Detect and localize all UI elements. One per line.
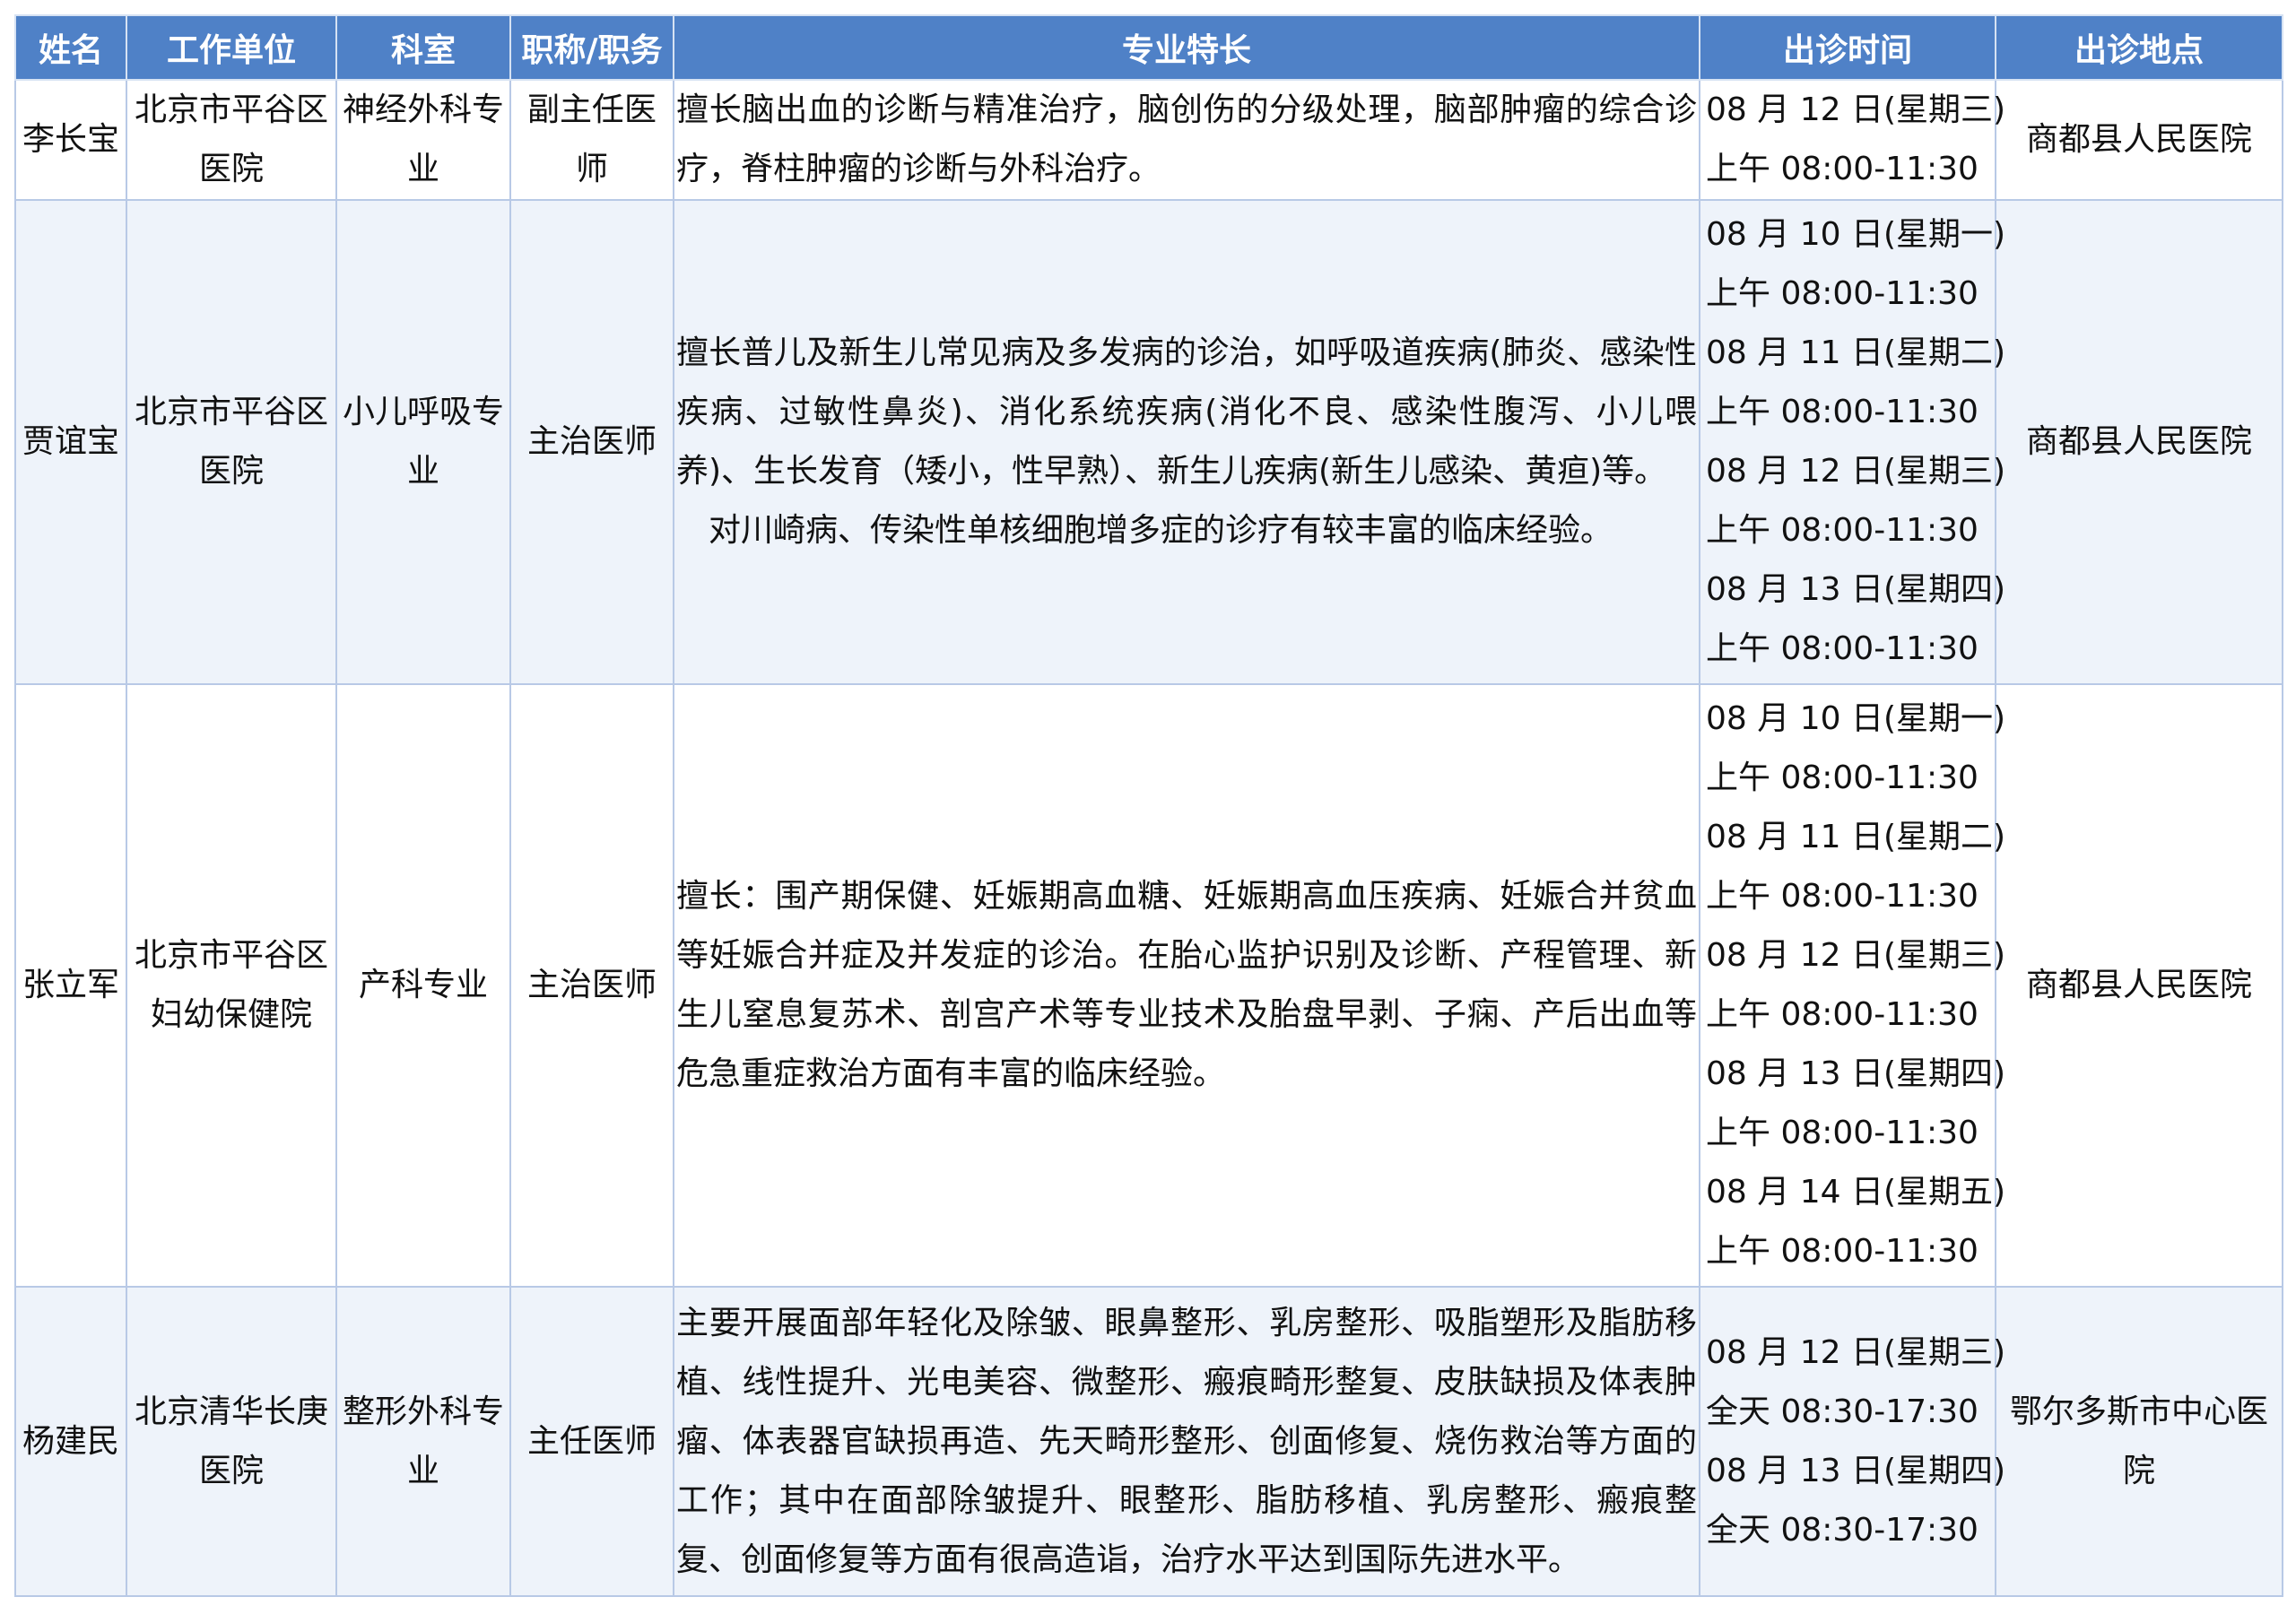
schedule-line: 08 月 14 日(星期五) [1706, 1174, 2006, 1211]
cell-specialty: 擅长：围产期保健、妊娠期高血糖、妊娠期高血压疾病、妊娠合并贫血等妊娠合并症及并发… [673, 683, 1700, 1288]
schedule-line: 上午 08:00-11:30 [1706, 1233, 1979, 1270]
cell-specialty: 擅长脑出血的诊断与精准治疗，脑创伤的分级处理，脑部肿瘤的综合诊疗，脊柱肿瘤的诊断… [673, 79, 1700, 201]
cell-name: 杨建民 [14, 1286, 127, 1597]
header-row: 姓名 工作单位 科室 职称/职务 专业特长 出诊时间 出诊地点 [14, 14, 2283, 81]
cell-dept: 产科专业 [335, 683, 511, 1288]
schedule-list: 08 月 10 日(星期一) 上午 08:00-11:30 08 月 11 日(… [1700, 205, 2006, 679]
clinic-place: 商都县人民医院 [2025, 967, 2252, 1003]
cell-unit: 北京清华长庚医院 [126, 1286, 337, 1597]
cell-schedule: 08 月 10 日(星期一) 上午 08:00-11:30 08 月 11 日(… [1699, 683, 2006, 1288]
header-place: 出诊地点 [1995, 14, 2283, 81]
schedule-line: 08 月 13 日(星期四) [1706, 1452, 2006, 1489]
cell-schedule: 08 月 10 日(星期一) 上午 08:00-11:30 08 月 11 日(… [1699, 199, 2006, 685]
schedule-line: 上午 08:00-11:30 [1706, 630, 1979, 667]
schedule-line: 上午 08:00-11:30 [1706, 759, 1979, 796]
job-title: 主治医师 [526, 967, 657, 1003]
expert-schedule-table: 姓名 工作单位 科室 职称/职务 专业特长 出诊时间 出诊地点 李长宝 北京市平… [14, 14, 2283, 1597]
cell-name: 贾谊宝 [14, 199, 127, 685]
clinic-place: 鄂尔多斯市中心医院 [2009, 1393, 2268, 1489]
cell-name: 张立军 [14, 683, 127, 1288]
table-row: 杨建民 北京清华长庚医院 整形外科专业 主任医师 主要开展面部年轻化及除皱、眼鼻… [14, 1286, 2283, 1597]
schedule-line: 上午 08:00-11:30 [1706, 394, 1979, 430]
schedule-line: 上午 08:00-11:30 [1706, 878, 1979, 915]
cell-dept: 小儿呼吸专业 [335, 199, 511, 685]
schedule-line: 08 月 13 日(星期四) [1706, 1055, 2006, 1092]
schedule-line: 全天 08:30-17:30 [1706, 1511, 1979, 1549]
schedule-line: 08 月 10 日(星期一) [1706, 216, 2006, 253]
schedule-line: 08 月 12 日(星期三) [1706, 937, 2006, 974]
specialty-extra-text: 对川崎病、传染性单核细胞增多症的诊疗有较丰富的临床经验。 [709, 512, 1613, 549]
specialty-text: 擅长：围产期保健、妊娠期高血糖、妊娠期高血压疾病、妊娠合并贫血等妊娠合并症及并发… [676, 878, 1697, 1092]
schedule-line: 上午 08:00-11:30 [1706, 151, 1979, 187]
cell-unit: 北京市平谷区妇幼保健院 [126, 683, 337, 1288]
department: 神经外科专业 [342, 91, 504, 187]
cell-schedule: 08 月 12 日(星期三) 全天 08:30-17:30 08 月 13 日(… [1699, 1286, 2006, 1597]
header-dept: 科室 [335, 14, 511, 81]
schedule-line: 全天 08:30-17:30 [1706, 1393, 1979, 1430]
schedule-line: 08 月 11 日(星期二) [1706, 819, 2006, 855]
cell-title: 副主任医师 [509, 79, 674, 201]
schedule-line: 上午 08:00-11:30 [1706, 275, 1979, 312]
cell-place: 商都县人民医院 [1995, 79, 2283, 201]
doctor-name: 贾谊宝 [22, 423, 119, 460]
schedule-list: 08 月 12 日(星期三) 全天 08:30-17:30 08 月 13 日(… [1700, 1324, 2006, 1560]
doctor-name: 李长宝 [22, 121, 119, 158]
cell-place: 鄂尔多斯市中心医院 [1995, 1286, 2283, 1597]
cell-name: 李长宝 [14, 79, 127, 201]
cell-title: 主治医师 [509, 199, 674, 685]
table-row: 贾谊宝 北京市平谷区医院 小儿呼吸专业 主治医师 擅长普儿及新生儿常见病及多发病… [14, 199, 2283, 685]
schedule-line: 08 月 11 日(星期二) [1706, 334, 2006, 371]
header-name: 姓名 [14, 14, 127, 81]
work-unit: 北京市平谷区医院 [134, 91, 328, 187]
schedule-line: 上午 08:00-11:30 [1706, 512, 1979, 549]
schedule-line: 上午 08:00-11:30 [1706, 996, 1979, 1033]
job-title: 副主任医师 [526, 91, 657, 187]
header-specialty: 专业特长 [673, 14, 1700, 81]
job-title: 主任医师 [526, 1422, 657, 1460]
job-title: 主治医师 [526, 423, 657, 460]
cell-dept: 神经外科专业 [335, 79, 511, 201]
header-time: 出诊时间 [1699, 14, 1996, 81]
cell-title: 主治医师 [509, 683, 674, 1288]
cell-place: 商都县人民医院 [1995, 683, 2283, 1288]
schedule-line: 08 月 12 日(星期三) [1706, 1333, 2006, 1371]
cell-place: 商都县人民医院 [1995, 199, 2283, 685]
schedule-line: 08 月 10 日(星期一) [1706, 700, 2006, 737]
table-row: 张立军 北京市平谷区妇幼保健院 产科专业 主治医师 擅长：围产期保健、妊娠期高血… [14, 683, 2283, 1288]
work-unit: 北京市平谷区医院 [134, 394, 328, 490]
cell-specialty: 擅长普儿及新生儿常见病及多发病的诊治，如呼吸道疾病(肺炎、感染性疾病、过敏性鼻炎… [673, 199, 1700, 685]
work-unit: 北京清华长庚医院 [134, 1393, 328, 1489]
clinic-place: 商都县人民医院 [2025, 423, 2252, 460]
schedule-list: 08 月 12 日(星期三) 上午 08:00-11:30 [1700, 81, 2006, 199]
cell-unit: 北京市平谷区医院 [126, 79, 337, 201]
header-title: 职称/职务 [509, 14, 674, 81]
cell-dept: 整形外科专业 [335, 1286, 511, 1597]
department: 小儿呼吸专业 [342, 394, 504, 490]
specialty-text: 擅长普儿及新生儿常见病及多发病的诊治，如呼吸道疾病(肺炎、感染性疾病、过敏性鼻炎… [676, 334, 1697, 490]
department: 产科专业 [358, 967, 488, 1003]
table-row: 李长宝 北京市平谷区医院 神经外科专业 副主任医师 擅长脑出血的诊断与精准治疗，… [14, 79, 2283, 201]
cell-title: 主任医师 [509, 1286, 674, 1597]
department: 整形外科专业 [342, 1393, 504, 1489]
schedule-line: 08 月 12 日(星期三) [1706, 91, 2006, 128]
work-unit: 北京市平谷区妇幼保健院 [134, 937, 328, 1033]
schedule-line: 上午 08:00-11:30 [1706, 1115, 1979, 1151]
schedule-line: 08 月 13 日(星期四) [1706, 571, 2006, 608]
specialty-text: 擅长脑出血的诊断与精准治疗，脑创伤的分级处理，脑部肿瘤的综合诊疗，脊柱肿瘤的诊断… [676, 91, 1697, 187]
header-unit: 工作单位 [126, 14, 337, 81]
specialty-text: 主要开展面部年轻化及除皱、眼鼻整形、乳房整形、吸脂塑形及脂肪移植、线性提升、光电… [676, 1304, 1697, 1578]
schedule-list: 08 月 10 日(星期一) 上午 08:00-11:30 08 月 11 日(… [1700, 690, 2006, 1281]
cell-specialty: 主要开展面部年轻化及除皱、眼鼻整形、乳房整形、吸脂塑形及脂肪移植、线性提升、光电… [673, 1286, 1700, 1597]
cell-unit: 北京市平谷区医院 [126, 199, 337, 685]
doctor-name: 杨建民 [22, 1422, 119, 1460]
cell-schedule: 08 月 12 日(星期三) 上午 08:00-11:30 [1699, 79, 2006, 201]
schedule-line: 08 月 12 日(星期三) [1706, 453, 2006, 490]
clinic-place: 商都县人民医院 [2025, 121, 2252, 158]
doctor-name: 张立军 [22, 967, 119, 1003]
